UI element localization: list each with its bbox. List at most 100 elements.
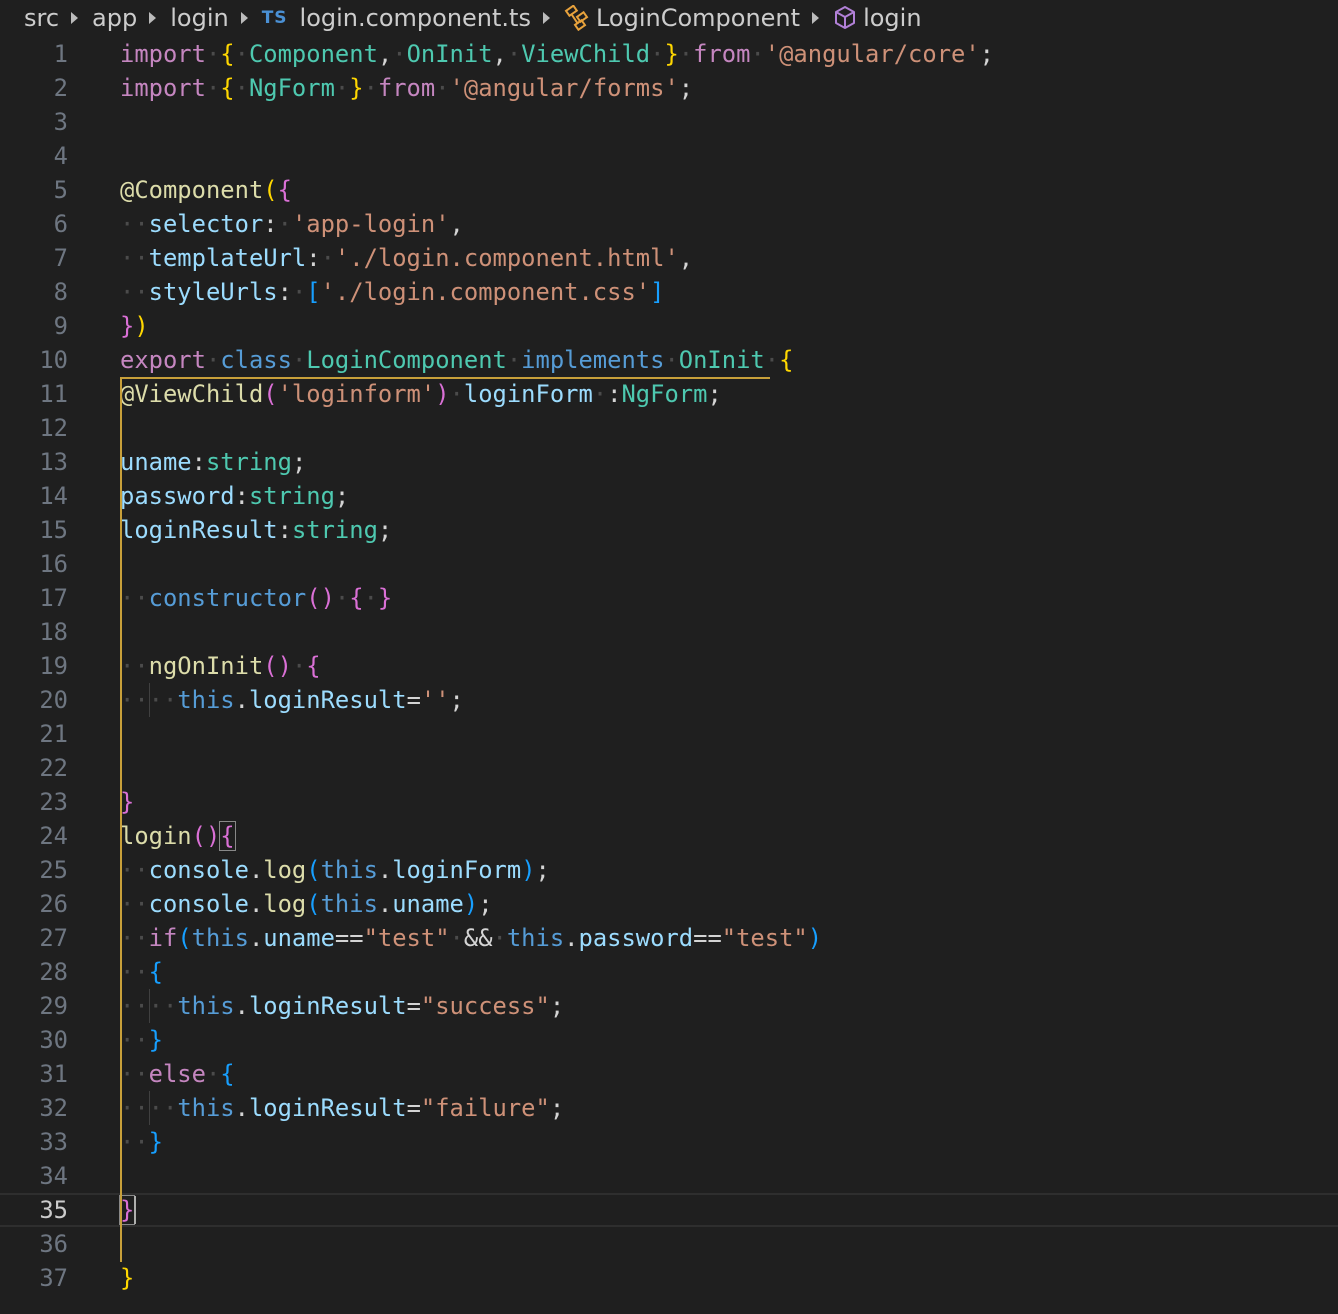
code-token: () [263,652,292,680]
line-content[interactable]: ····this.loginResult="failure"; [120,1091,564,1125]
code-token: == [334,924,364,952]
code-line[interactable]: 15 loginResult:string; [0,513,1338,547]
breadcrumb-item-method[interactable]: login [833,4,922,32]
code-line[interactable]: 14 password:string; [0,479,1338,513]
code-line[interactable]: 12 [0,411,1338,445]
line-content[interactable]: import·{·Component,·OnInit,·ViewChild·}·… [120,37,994,71]
code-token: } [377,584,393,612]
line-content[interactable]: @Component({ [120,173,292,207]
code-token: loginForm [463,380,593,408]
code-line[interactable]: 1 import·{·Component,·OnInit,·ViewChild·}… [0,37,1338,71]
code-token: 'app-login' [291,210,450,238]
line-content[interactable]: login(){ [120,819,236,853]
line-content[interactable]: } [120,785,134,819]
line-content[interactable]: }) [120,309,149,343]
line-content[interactable]: ··constructor()·{·} [120,581,392,615]
code-line[interactable]: 23} [0,785,1338,819]
line-number: 22 [39,754,68,782]
breadcrumb-item-app[interactable]: app [92,4,137,32]
code-line[interactable]: 9}) [0,309,1338,343]
code-line[interactable]: 28 ··{ [0,955,1338,989]
code-line[interactable]: 16 [0,547,1338,581]
line-content[interactable]: ··selector:·'app-login', [120,207,464,241]
code-line[interactable]: 6 ··selector:·'app-login', [0,207,1338,241]
line-content[interactable]: ··console.log(this.loginForm); [120,853,550,887]
code-token: from [693,40,751,68]
code-line[interactable]: 26 ··console.log(this.uname); [0,887,1338,921]
breadcrumb: src app login TS login.component.ts Logi… [24,0,922,36]
code-token: ) [435,380,450,408]
code-line[interactable]: 7 ··templateUrl:·'./login.component.html'… [0,241,1338,275]
line-content[interactable]: } [120,1261,134,1295]
line-content[interactable]: ··} [120,1023,163,1057]
code-line[interactable]: 13 uname:string; [0,445,1338,479]
code-line[interactable]: 37} [0,1261,1338,1295]
code-line[interactable]: 10 export·class·LoginComponent·implements… [0,343,1338,377]
line-content[interactable]: ··styleUrls:·['./login.component.css'] [120,275,664,309]
whitespace-marker: · [392,40,407,68]
code-line[interactable]: 31 ··else·{ [0,1057,1338,1091]
code-line[interactable]: 5 @Component({ [0,173,1338,207]
code-line[interactable]: 3 [0,105,1338,139]
code-token: } [349,74,364,102]
code-line[interactable]: 27 ··if(this.uname=="test"·&&·this.passwo… [0,921,1338,955]
line-number: 17 [39,584,68,612]
breadcrumb-item-login-folder[interactable]: login [170,4,228,32]
typescript-file-icon: TS [261,8,288,28]
line-content[interactable]: loginResult:string; [120,513,392,547]
line-content[interactable]: ··console.log(this.uname); [120,887,493,921]
code-line[interactable]: 35} [0,1193,1338,1227]
code-line[interactable]: 11 @ViewChild('loginform')·loginForm·:NgF… [0,377,1338,411]
breadcrumb-label: src [24,4,60,32]
line-content[interactable]: password:string; [120,479,349,513]
line-content[interactable]: ··{ [120,955,163,989]
line-content[interactable]: ····this.loginResult="success"; [120,989,564,1023]
line-content[interactable]: ··} [120,1125,163,1159]
line-content[interactable]: ··else·{ [120,1057,235,1091]
whitespace-marker: · [334,74,350,102]
line-number: 8 [53,278,68,306]
line-content[interactable]: import·{·NgForm·}·from·'@angular/forms'; [120,71,693,105]
code-line[interactable]: 4 [0,139,1338,173]
line-content[interactable]: } [118,1193,136,1227]
line-content[interactable]: export·class·LoginComponent·implements·O… [120,343,793,377]
code-token: '@angular/core' [764,40,980,68]
breadcrumb-item-src[interactable]: src [24,4,59,32]
indent-guide [148,683,150,717]
code-token: ( [306,890,321,918]
whitespace-marker: · [650,40,665,68]
code-token: loginResult [248,686,407,714]
code-token: { [349,584,364,612]
breadcrumb-item-file[interactable]: TS login.component.ts [262,4,531,32]
code-line[interactable]: 18 [0,615,1338,649]
code-line[interactable]: 21 [0,717,1338,751]
code-line[interactable]: 32 ····this.loginResult="failure"; [0,1091,1338,1125]
code-editor[interactable]: src app login TS login.component.ts Logi… [0,0,1338,1314]
line-number: 30 [39,1026,68,1054]
line-content[interactable]: @ViewChild('loginform')·loginForm·:NgFor… [120,377,722,411]
code-line[interactable]: 30 ··} [0,1023,1338,1057]
whitespace-marker: · [449,924,464,952]
code-line[interactable]: 19 ··ngOnInit()·{ [0,649,1338,683]
code-area[interactable]: 1 import·{·Component,·OnInit,·ViewChild·}… [0,37,1338,1295]
line-content[interactable]: uname:string; [120,445,306,479]
whitespace-marker: · [750,40,765,68]
code-token: @ViewChild [120,380,264,408]
code-line[interactable]: 8 ··styleUrls:·['./login.component.css'] [0,275,1338,309]
code-line[interactable]: 29 ····this.loginResult="success"; [0,989,1338,1023]
code-line[interactable]: 34 [0,1159,1338,1193]
code-line[interactable]: 20 ····this.loginResult=''; [0,683,1338,717]
code-line[interactable]: 25 ··console.log(this.loginForm); [0,853,1338,887]
line-content[interactable]: ··templateUrl:·'./login.component.html', [120,241,693,275]
line-content[interactable]: ··ngOnInit()·{ [120,649,321,683]
code-line[interactable]: 36 [0,1227,1338,1261]
line-content[interactable]: ··if(this.uname=="test"·&&·this.password… [120,921,822,955]
code-line[interactable]: 33 ··} [0,1125,1338,1159]
line-content[interactable]: ····this.loginResult=''; [120,683,464,717]
breadcrumb-item-class[interactable]: LoginComponent [564,4,800,32]
code-line[interactable]: 22 [0,751,1338,785]
code-line[interactable]: 24 login(){ [0,819,1338,853]
breadcrumb-label: login.component.ts [299,4,531,32]
code-line[interactable]: 2 import·{·NgForm·}·from·'@angular/forms'… [0,71,1338,105]
code-line[interactable]: 17 ··constructor()·{·} [0,581,1338,615]
